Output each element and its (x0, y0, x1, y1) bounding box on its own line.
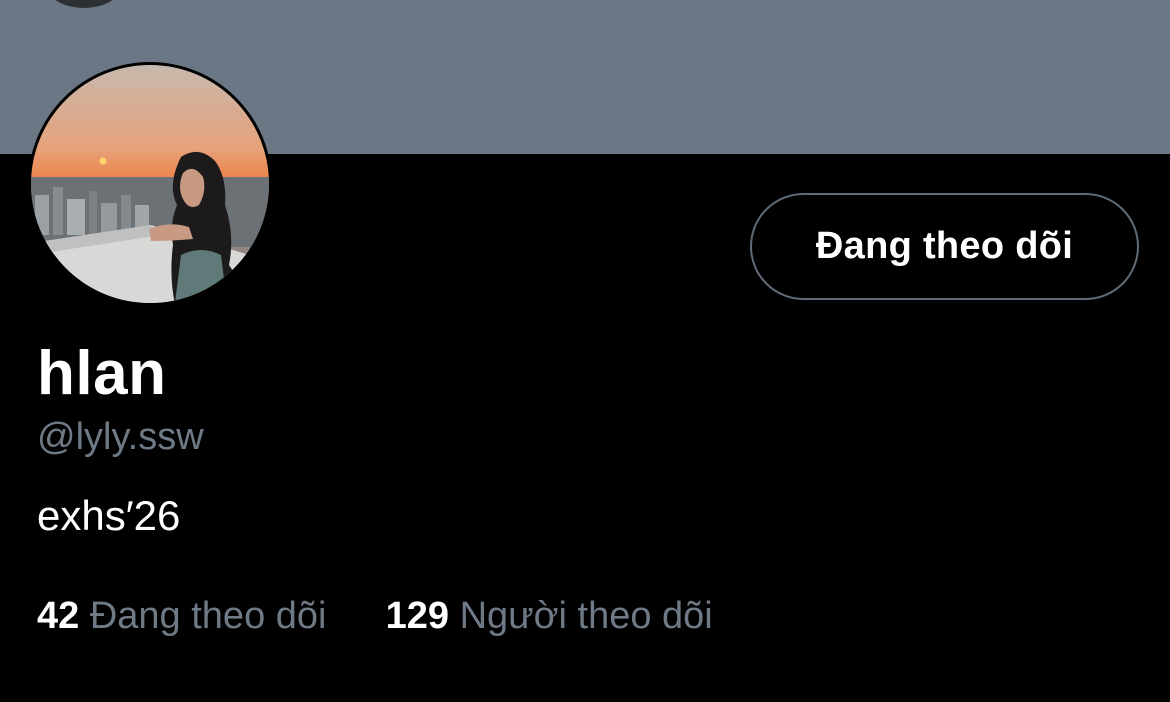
avatar[interactable] (28, 62, 272, 306)
profile-page: Đang theo dõi hlan @lyly.ssw exhs′26 42 … (0, 0, 1170, 702)
display-name: hlan (37, 339, 167, 408)
profile-handle: @lyly.ssw (37, 416, 204, 458)
following-stat[interactable]: 42 Đang theo dõi (37, 595, 337, 637)
profile-bio: exhs′26 (37, 492, 181, 539)
following-button[interactable]: Đang theo dõi (750, 193, 1139, 300)
profile-stats: 42 Đang theo dõi 129 Người theo dõi (37, 592, 713, 640)
avatar-image (31, 65, 269, 303)
followers-count: 129 (385, 595, 450, 637)
followers-label: Người theo dõi (459, 595, 713, 637)
followers-stat[interactable]: 129 Người theo dõi (386, 595, 713, 637)
following-count: 42 (37, 595, 80, 637)
following-label: Đang theo dõi (89, 595, 327, 637)
